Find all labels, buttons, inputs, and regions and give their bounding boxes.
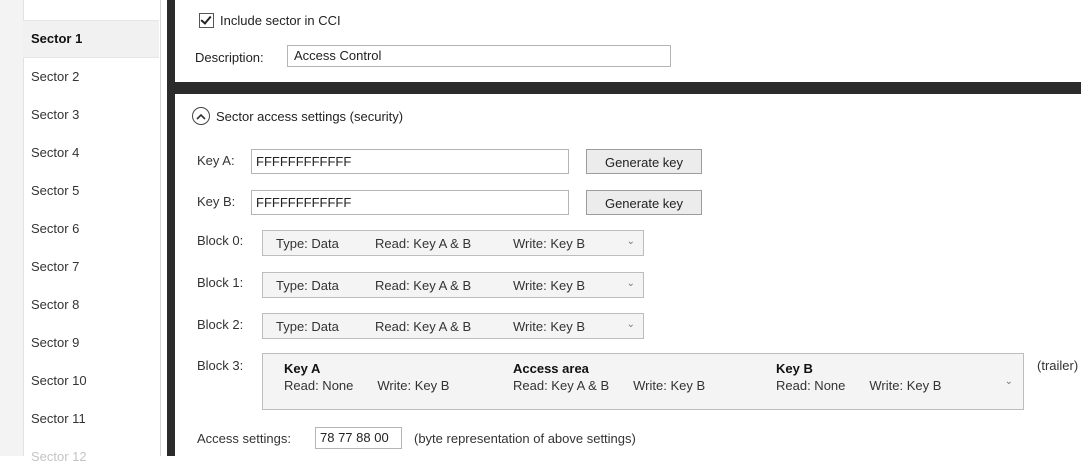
trailer-key-b-group: Key B Read: None Write: Key B (776, 361, 941, 393)
access-settings-label: Access settings: (197, 431, 291, 446)
key-b-input[interactable] (251, 190, 569, 215)
sidebar-item-sector-9[interactable]: Sector 9 (23, 324, 159, 362)
sidebar-item-sector-1[interactable]: Sector 1 (23, 20, 159, 58)
block-0-label: Block 0: (197, 233, 244, 248)
block-3-label: Block 3: (197, 358, 244, 373)
chevron-down-icon: ⌄ (626, 278, 635, 289)
block-2-write: Write: Key B (513, 319, 586, 334)
key-a-label: Key A: (197, 153, 235, 168)
block-2-select[interactable]: Type: Data Read: Key A & B Write: Key B … (262, 313, 644, 339)
access-settings-note: (byte representation of above settings) (414, 431, 636, 446)
key-a-input[interactable] (251, 149, 569, 174)
trailer-access-area-read: Read: Key A & B (513, 378, 610, 393)
access-section-header[interactable]: Sector access settings (security) (192, 107, 403, 125)
key-b-label: Key B: (197, 194, 236, 209)
sidebar-item-sector-4[interactable]: Sector 4 (23, 134, 159, 172)
trailer-key-a-write: Write: Key B (377, 378, 450, 393)
block-2-label: Block 2: (197, 317, 244, 332)
sidebar-gutter (0, 0, 24, 456)
block-1-select[interactable]: Type: Data Read: Key A & B Write: Key B … (262, 272, 644, 298)
chevron-down-icon: ⌄ (626, 319, 635, 330)
sidebar-item-sector-12[interactable]: Sector 12 (23, 438, 159, 476)
block-2-read: Read: Key A & B (375, 319, 472, 334)
trailer-access-area-write: Write: Key B (633, 378, 706, 393)
trailer-key-a-read: Read: None (284, 378, 354, 393)
trailer-key-b-title: Key B (776, 361, 813, 376)
block-1-write: Write: Key B (513, 278, 586, 293)
trailer-access-area-group: Access area Read: Key A & B Write: Key B (513, 361, 705, 393)
panel-frame-vertical (167, 0, 175, 456)
sidebar-item-sector-7[interactable]: Sector 7 (23, 248, 159, 286)
sector-list: Sector 1 Sector 2 Sector 3 Sector 4 Sect… (23, 20, 159, 476)
description-input[interactable] (287, 45, 671, 67)
block-0-select[interactable]: Type: Data Read: Key A & B Write: Key B … (262, 230, 644, 256)
trailer-key-a-group: Key A Read: None Write: Key B (284, 361, 449, 393)
block-0-read: Read: Key A & B (375, 236, 472, 251)
block-2-type: Type: Data (276, 319, 339, 334)
collapse-toggle-icon[interactable] (192, 107, 210, 125)
sidebar-item-sector-8[interactable]: Sector 8 (23, 286, 159, 324)
block-0-type: Type: Data (276, 236, 339, 251)
sidebar-item-sector-6[interactable]: Sector 6 (23, 210, 159, 248)
trailer-key-b-read: Read: None (776, 378, 846, 393)
block-1-read: Read: Key A & B (375, 278, 472, 293)
chevron-down-icon: ⌄ (1004, 376, 1013, 387)
include-sector-checkbox[interactable] (199, 13, 214, 28)
sidebar-item-sector-2[interactable]: Sector 2 (23, 58, 159, 96)
sector-sidebar: Sector 1 Sector 2 Sector 3 Sector 4 Sect… (0, 0, 161, 464)
trailer-key-a-title: Key A (284, 361, 321, 376)
block-1-label: Block 1: (197, 275, 244, 290)
trailer-key-b-write: Write: Key B (869, 378, 942, 393)
include-sector-label: Include sector in CCI (220, 13, 341, 28)
trailer-suffix: (trailer) (1037, 358, 1079, 373)
sidebar-item-sector-5[interactable]: Sector 5 (23, 172, 159, 210)
description-label: Description: (195, 50, 264, 65)
access-section-title: Sector access settings (security) (216, 108, 404, 124)
trailer-access-area-title: Access area (513, 361, 589, 376)
block-0-write: Write: Key B (513, 236, 586, 251)
sidebar-item-sector-11[interactable]: Sector 11 (23, 400, 159, 438)
include-sector-row[interactable]: Include sector in CCI (199, 13, 341, 28)
block-3-select[interactable]: Key A Read: None Write: Key B Access area… (262, 353, 1024, 410)
sidebar-item-sector-3[interactable]: Sector 3 (23, 96, 159, 134)
checkmark-icon (200, 13, 212, 25)
access-settings-value: 78 77 88 00 (315, 427, 402, 449)
generate-key-a-button[interactable]: Generate key (586, 149, 702, 174)
chevron-down-icon: ⌄ (626, 236, 635, 247)
panel-frame-horizontal (167, 82, 1081, 94)
block-1-type: Type: Data (276, 278, 339, 293)
generate-key-b-button[interactable]: Generate key (586, 190, 702, 215)
sidebar-item-sector-10[interactable]: Sector 10 (23, 362, 159, 400)
